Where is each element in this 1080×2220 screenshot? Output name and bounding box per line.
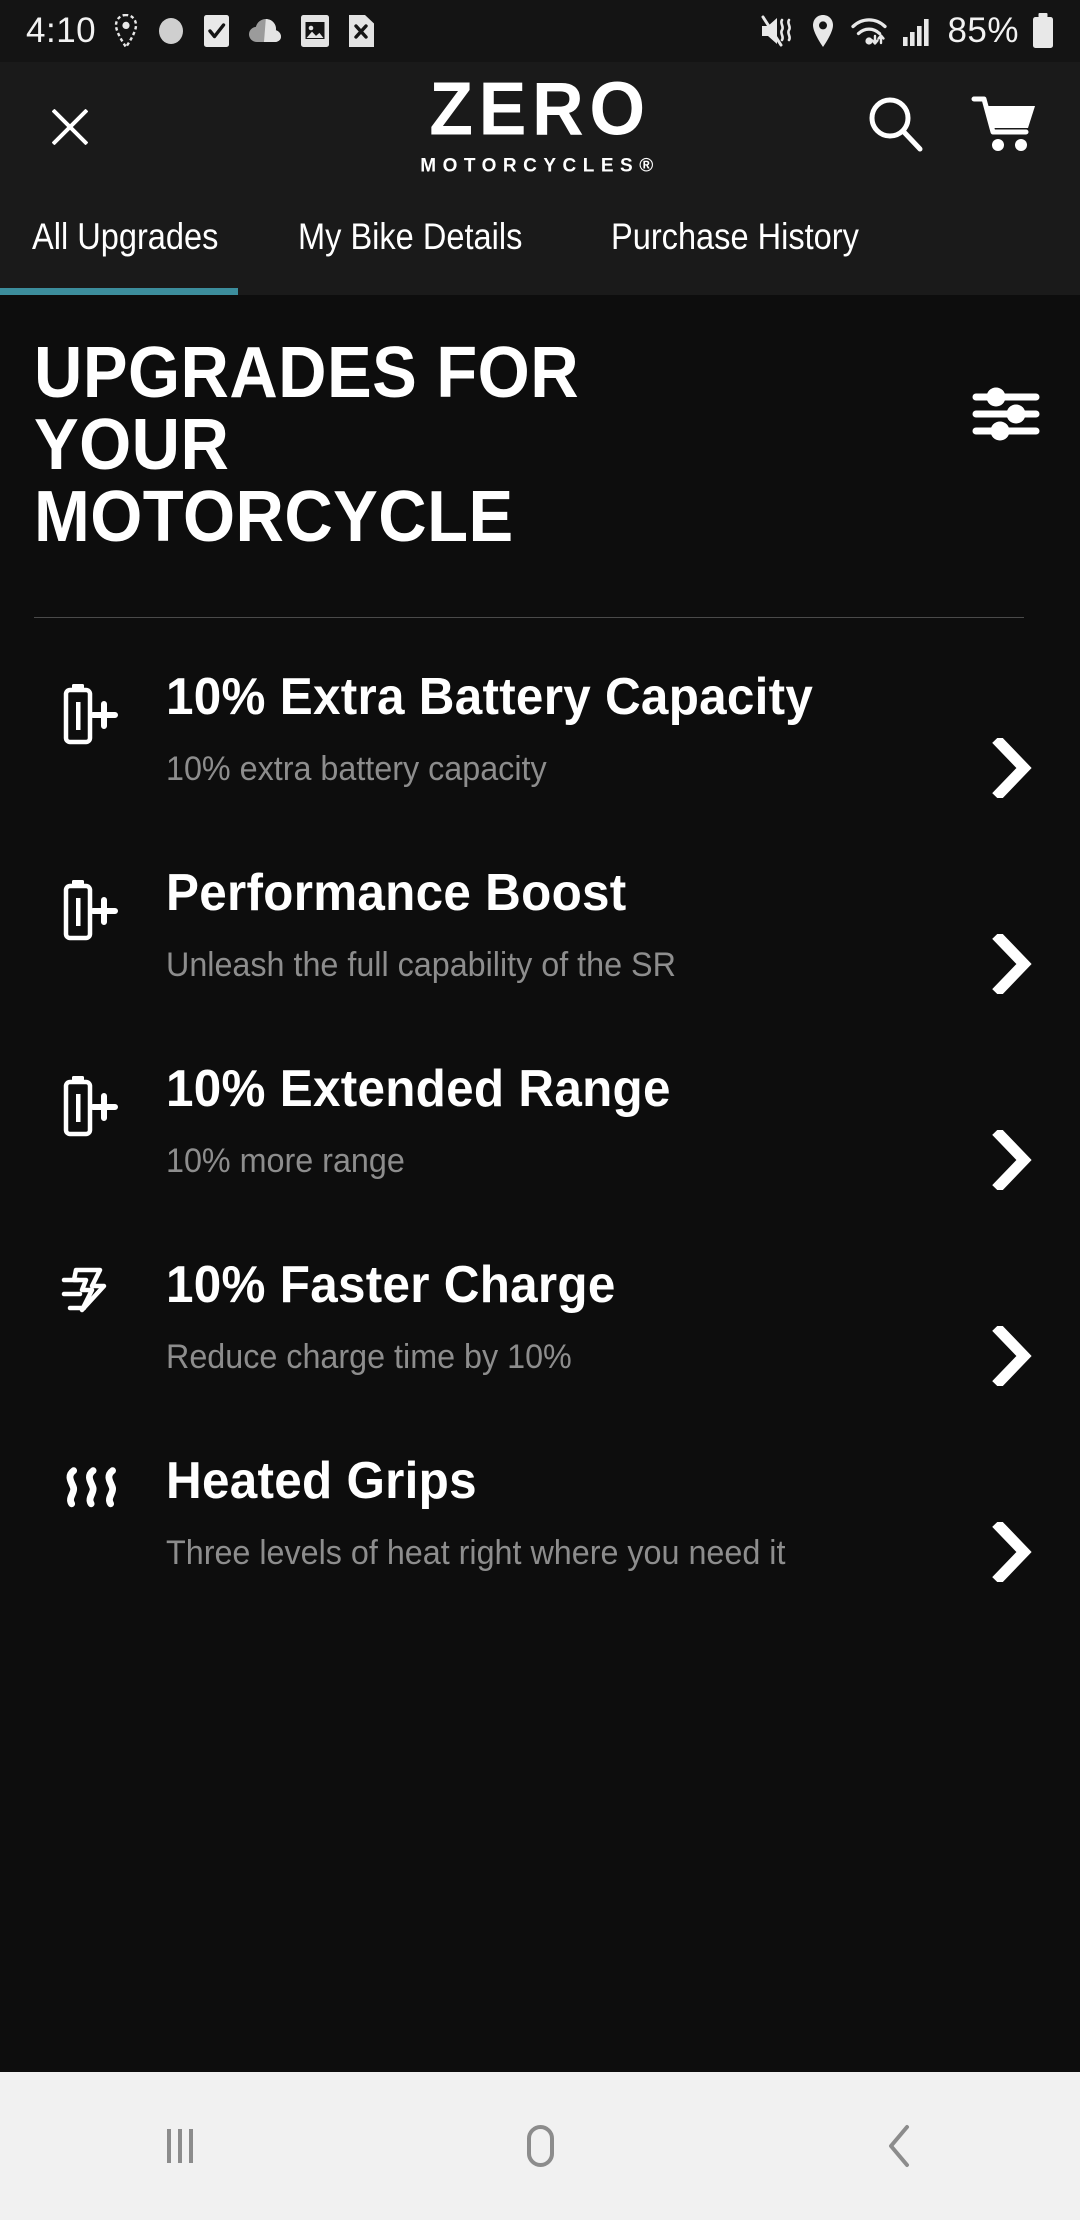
battery-percent-label: 85% [947,11,1019,50]
page-header: UPGRADES FOR YOUR MOTORCYCLE [0,295,1080,553]
list-item[interactable]: 10% Faster Charge Reduce charge time by … [0,1206,1080,1402]
checkbox-checked-icon [203,14,230,48]
system-status-bar: 4:10 85% [0,0,1080,62]
brand-tagline: MOTORCYCLES® [420,155,660,177]
list-item[interactable]: Heated Grips Three levels of heat right … [0,1402,1080,1598]
list-item-description: Unleash the full capability of the SR [166,945,676,984]
list-item-title: 10% Extra Battery Capacity [166,668,814,726]
search-icon[interactable] [864,93,926,160]
list-item-text: 10% Extra Battery Capacity 10% extra bat… [134,670,1046,788]
filter-sliders-icon[interactable] [972,387,1040,446]
list-item-description: 10% more range [166,1141,405,1180]
home-icon[interactable] [480,2086,600,2206]
list-item-description: Three levels of heat right where you nee… [166,1533,786,1572]
battery-plus-icon [60,866,134,944]
list-item-text: Heated Grips Three levels of heat right … [134,1454,1046,1572]
list-item-text: 10% Faster Charge Reduce charge time by … [134,1258,1046,1376]
mute-vibrate-icon [759,14,797,48]
chevron-right-icon[interactable] [992,735,1034,801]
battery-plus-icon [60,670,134,748]
cart-icon[interactable] [970,93,1040,160]
brand-logo: ZERO MOTORCYCLES® [420,71,660,177]
wifi-icon [849,14,889,48]
system-navigation-bar [0,2072,1080,2220]
status-bar-left-group: 4:10 [26,11,375,51]
list-item[interactable]: 10% Extended Range 10% more range [0,1010,1080,1206]
list-item-title: Performance Boost [166,864,627,922]
chevron-right-icon[interactable] [992,1127,1034,1193]
recents-icon[interactable] [120,2086,240,2206]
heat-waves-icon [60,1454,134,1532]
tab-purchase-history[interactable]: Purchase History [611,190,859,258]
list-item-title: 10% Faster Charge [166,1256,616,1314]
list-item-description: 10% extra battery capacity [166,749,547,788]
list-item-title: Heated Grips [166,1452,477,1510]
header-actions [864,93,1040,160]
status-bar-clock: 4:10 [26,11,97,50]
active-tab-indicator [0,288,239,295]
chevron-right-icon[interactable] [992,931,1034,997]
list-item-title: 10% Extended Range [166,1060,671,1118]
brand-name: ZERO [429,66,651,151]
app-header: ZERO MOTORCYCLES® [0,62,1080,190]
battery-plus-icon [60,1062,134,1140]
page-body: UPGRADES FOR YOUR MOTORCYCLE 10% Extra B… [0,295,1080,2010]
chevron-right-icon[interactable] [992,1519,1034,1585]
photo-icon [300,14,330,48]
cellular-signal-icon [902,15,934,47]
location-pin-outline-icon [113,14,139,48]
close-icon[interactable] [40,96,100,156]
tab-all-upgrades[interactable]: All Upgrades [32,190,218,258]
chevron-right-icon[interactable] [992,1323,1034,1389]
battery-icon [1032,13,1054,49]
back-icon[interactable] [840,2086,960,2206]
sim-card-x-icon [347,14,375,48]
tab-bar: All Upgrades My Bike Details Purchase Hi… [0,190,1080,295]
fast-charge-bolt-icon [60,1258,134,1336]
page-title: UPGRADES FOR YOUR MOTORCYCLE [34,333,580,557]
app-screen: 4:10 85% ZERO MOTORCYCLES® All Upgrades … [0,0,1080,2220]
list-item-text: 10% Extended Range 10% more range [134,1062,1046,1180]
circle-dot-icon [156,16,186,46]
list-item[interactable]: 10% Extra Battery Capacity 10% extra bat… [0,618,1080,814]
list-item-description: Reduce charge time by 10% [166,1337,572,1376]
cloud-icon [247,16,283,46]
list-item-text: Performance Boost Unleash the full capab… [134,866,1046,984]
list-item[interactable]: Performance Boost Unleash the full capab… [0,814,1080,1010]
tab-my-bike-details[interactable]: My Bike Details [298,190,522,258]
status-bar-right-group: 85% [759,11,1054,51]
upgrades-list: 10% Extra Battery Capacity 10% extra bat… [0,618,1080,1598]
location-pin-filled-icon [810,14,836,48]
